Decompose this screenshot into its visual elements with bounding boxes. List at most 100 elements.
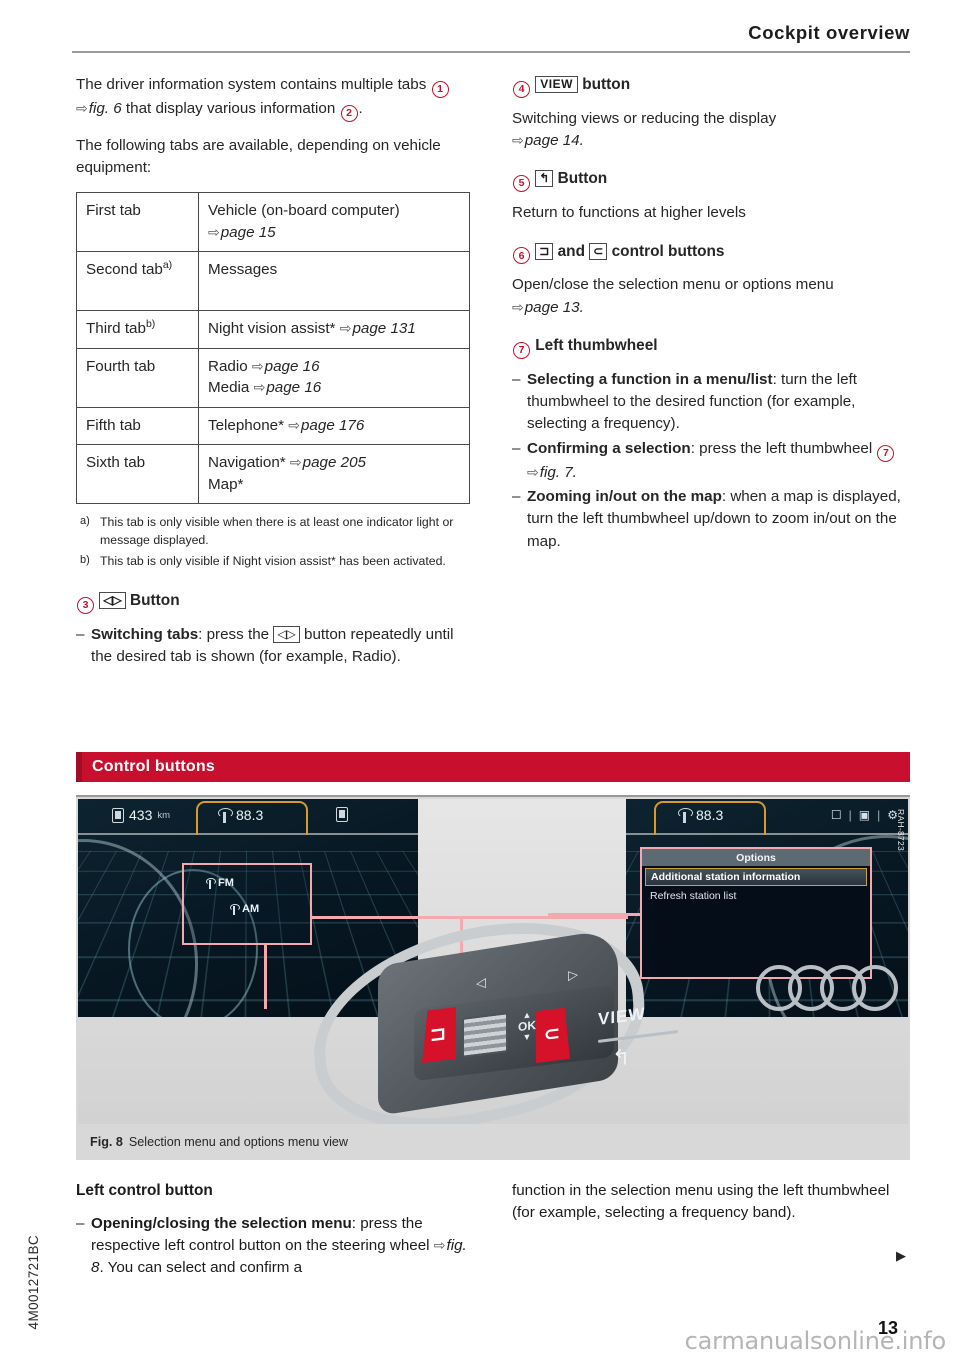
marker-3-icon: 3 [77,596,94,614]
marker-4-icon: 4 [513,80,530,98]
ref-arrow-icon: ⇨ [512,298,524,315]
audi-rings-logo [756,965,898,1011]
table-row: Second taba) Messages [76,251,470,311]
table-cell-label: Third tabb) [76,309,199,349]
left-right-button-icon[interactable]: ◁▷ [273,625,300,643]
antenna-icon [206,877,216,889]
table-cell-value: Night vision assist* ⇨page 131 [198,309,470,349]
footnote-mark-text: b) [80,554,90,567]
ref-arrow-icon: ⇨ [288,416,300,433]
view-button-icon[interactable]: VIEW [535,76,578,93]
bullet-lead: Opening/closing the selection menu [91,1214,352,1232]
table-cell-label: Sixth tab [76,444,199,505]
bullet-text: : press the left thumbwheel [690,439,873,457]
back-button-icon[interactable]: ↰ [535,170,554,188]
list-item: Switching tabs: press the ◁▷ button repe… [76,624,472,669]
intro-text-b: that display various information [125,99,336,117]
options-menu-item-selected[interactable]: Additional station information [645,868,867,886]
page-reference[interactable]: page 16 [266,379,321,396]
cell-text: Radio [208,357,248,375]
page-reference[interactable]: page 176 [301,417,364,434]
item-5-title: Button [557,170,608,188]
table-row: Sixth tab Navigation* ⇨page 205 Map* [76,444,470,505]
left-thumbwheel[interactable] [462,1012,508,1058]
display-status-strip: 433 km 88.3 [78,799,418,841]
selection-option-fm[interactable]: FM [206,877,234,889]
continuation-text: function in the selection menu using the… [512,1182,890,1222]
fig-reference-6[interactable]: fig. 6 [89,100,122,117]
table-cell-value: Messages [198,251,470,311]
marker-5-icon: 5 [513,175,530,193]
selection-option-label: AM [242,903,260,915]
table-cell-label: Fourth tab [76,347,199,408]
ref-arrow-icon: ⇨ [251,357,264,374]
back-button[interactable]: ↰ [612,1044,630,1072]
item-6-body: Open/close the selection menu or options… [512,274,908,319]
page-reference[interactable]: page 14. [525,132,584,149]
ref-arrow-icon: ⇨ [433,1236,446,1253]
header-divider [72,51,910,53]
steering-wheel-illustration: ◁ ▷ ⊐ ▲ OK ▼ ⊂ VIEW ↰ [78,896,908,1124]
table-cell-value: Navigation* ⇨page 205 Map* [198,444,470,505]
table-cell-value: Vehicle (on-board computer) ⇨page 15 [198,192,470,253]
page-reference[interactable]: page 13. [525,299,584,316]
item-3-heading: 3 ◁▷ Button [76,590,472,614]
figure-image: 433 km 88.3 FM AM 88.3 ☐ | ▣ | ⚙ Options… [78,799,908,1124]
table-cell-value: Radio ⇨page 16 Media ⇨page 16 [198,347,470,408]
fig-reference-7[interactable]: fig. 7. [540,464,577,481]
footnotes-block: a) This tab is only visible when there i… [76,514,472,573]
row-label: Sixth tab [86,454,146,472]
item-5-heading: 5 ↰ Button [512,168,908,193]
row-label: Third tab [86,319,146,337]
bullet-text-b: . You can select and confirm a [99,1259,303,1277]
figure-caption-label: Fig. 8 [90,1135,123,1149]
antenna-icon [218,807,233,823]
table-cell-label: First tab [76,192,199,253]
table-row: Fifth tab Telephone* ⇨page 176 [76,406,470,446]
logo-ring [852,965,898,1011]
bullet-lead: Selecting a function in a menu/list [527,370,773,388]
intro-paragraph-2: The following tabs are available, depend… [76,136,441,176]
intro-text-a: The driver information system contains m… [76,76,427,93]
range-value: 433 [129,807,153,823]
frequency-value: 88.3 [696,807,724,823]
left-column: The driver information system contains m… [76,74,472,680]
bottom-left-column: Left control button Opening/closing the … [76,1180,472,1292]
tab-right-arrow-icon: ▷ [568,966,578,983]
item-5-body: Return to functions at higher levels [512,204,746,222]
footnote-mark: a) [76,514,100,549]
left-right-button-icon[interactable]: ◁▷ [99,591,126,609]
selection-option-am[interactable]: AM [230,903,259,915]
options-menu-item[interactable]: Refresh station list [645,888,867,904]
right-control-button-icon[interactable]: ⊂ [589,242,608,260]
ref-arrow-icon: ⇨ [76,99,88,116]
phone-icon [336,807,348,822]
page-reference[interactable]: page 205 [303,454,366,471]
page-header: Cockpit overview [72,22,910,53]
page-reference[interactable]: page 16 [265,358,320,375]
table-cell-label: Fifth tab [76,406,199,446]
footnote-a: a) This tab is only visible when there i… [76,514,472,549]
right-column: 4 VIEW button Switching views or reducin… [512,74,908,565]
item-6-heading: 6 ⊐ and ⊂ control buttons [512,241,908,265]
page-reference[interactable]: page 131 [352,320,415,337]
footnote-b: b) This tab is only visible if Night vis… [76,553,472,574]
antenna-icon [678,807,693,823]
footnote-mark: b) [76,553,100,574]
range-unit: km [157,809,171,821]
bullet-lead: Confirming a selection [527,439,691,457]
bottom-right-column: function in the selection menu using the… [512,1180,908,1263]
row-label: Second tab [86,261,163,279]
left-control-button-icon[interactable]: ⊐ [535,242,554,260]
item-3-bullets: Switching tabs: press the ◁▷ button repe… [76,624,472,669]
item-6-text: Open/close the selection menu or options… [512,276,834,294]
footnote-mark-text: a) [80,515,90,528]
page-reference[interactable]: page 15 [221,224,276,241]
table-cell-value: Telephone* ⇨page 176 [198,406,470,446]
table-row: Fourth tab Radio ⇨page 16 Media ⇨page 16 [76,347,470,408]
intro-paragraph-1: The driver information system contains m… [76,74,472,122]
tab-left-arrow-icon: ◁ [476,974,486,991]
tabs-table: First tab Vehicle (on-board computer) ⇨p… [76,192,470,505]
marker-7-icon: 7 [513,341,530,359]
options-menu-title: Options [642,849,870,866]
